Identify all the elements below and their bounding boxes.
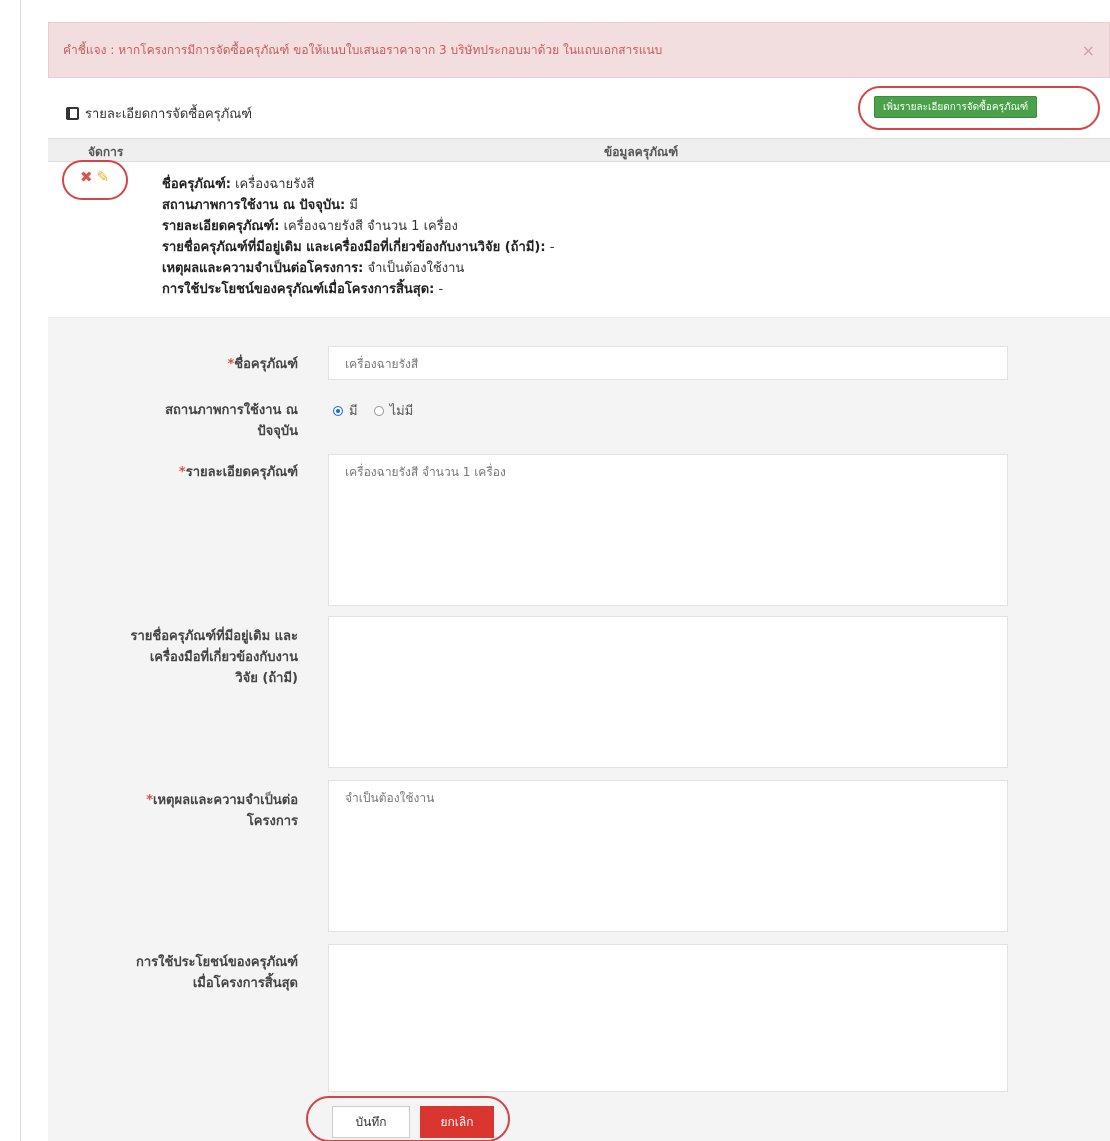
cancel-button[interactable]: ยกเลิก bbox=[420, 1106, 494, 1138]
reason-textarea[interactable]: จำเป็นต้องใช้งาน bbox=[328, 780, 1008, 932]
edit-icon[interactable]: ✎ bbox=[97, 170, 110, 185]
info-status: สถานภาพการใช้งาน ณ ปัจจุบัน: มี bbox=[162, 198, 358, 213]
page-left-border bbox=[20, 0, 21, 1141]
existing-label: รายชื่อครุภัณฑ์ที่มีอยู่เดิม และ เครื่อง… bbox=[130, 629, 298, 686]
status-radios: มี ไม่มี bbox=[333, 400, 413, 421]
radio-yes[interactable] bbox=[333, 405, 343, 416]
delete-icon[interactable]: ✖ bbox=[80, 170, 93, 185]
equipment-info: ชื่อครุภัณฑ์: เครื่องฉายรังสี สถานภาพการ… bbox=[162, 174, 554, 300]
panel-title-text: รายละเอียดการจัดซื้อครุภัณฑ์ bbox=[85, 107, 253, 122]
book-icon bbox=[66, 107, 79, 120]
close-icon[interactable]: × bbox=[1082, 41, 1095, 60]
name-input[interactable]: เครื่องฉายรังสี bbox=[328, 346, 1008, 380]
detail-label: *รายละเอียดครุภัณฑ์ bbox=[178, 465, 298, 480]
existing-textarea[interactable] bbox=[328, 616, 1008, 768]
panel-title: รายละเอียดการจัดซื้อครุภัณฑ์ bbox=[66, 103, 252, 124]
reason-label: *เหตุผลและความจำเป็นต่อ โครงการ bbox=[146, 793, 298, 829]
column-info: ข้อมูลครุภัณฑ์ bbox=[604, 145, 679, 159]
info-detail: รายละเอียดครุภัณฑ์: เครื่องฉายรังสี จำนว… bbox=[162, 219, 458, 234]
info-benefit: การใช้ประโยชน์ของครุภัณฑ์เมื่อโครงการสิ้… bbox=[162, 282, 444, 297]
add-equipment-button[interactable]: เพิ่มรายละเอียดการจัดซื้อครุภัณฑ์ bbox=[874, 96, 1038, 118]
info-name: ชื่อครุภัณฑ์: เครื่องฉายรังสี bbox=[162, 177, 315, 192]
benefit-label: การใช้ประโยชน์ของครุภัณฑ์ เมื่อโครงการสิ… bbox=[136, 955, 298, 991]
name-label: *ชื่อครุภัณฑ์ bbox=[227, 357, 298, 372]
instruction-alert: คำชี้แจง : หากโครงการมีการจัดซื้อครุภัณฑ… bbox=[48, 22, 1110, 78]
radio-no-label: ไม่มี bbox=[389, 404, 414, 419]
benefit-textarea[interactable] bbox=[328, 944, 1008, 1092]
status-label: สถานภาพการใช้งาน ณ ปัจจุบัน bbox=[165, 403, 298, 439]
alert-text: คำชี้แจง : หากโครงการมีการจัดซื้อครุภัณฑ… bbox=[63, 42, 663, 57]
detail-textarea[interactable]: เครื่องฉายรังสี จำนวน 1 เครื่อง bbox=[328, 454, 1008, 606]
save-button[interactable]: บันทึก bbox=[332, 1106, 410, 1138]
table-header: จัดการ ข้อมูลครุภัณฑ์ bbox=[48, 138, 1110, 162]
info-reason: เหตุผลและความจำเป็นต่อโครงการ: จำเป็นต้อ… bbox=[162, 261, 465, 276]
info-existing: รายชื่อครุภัณฑ์ที่มีอยู่เดิม และเครื่องม… bbox=[162, 240, 555, 255]
row-actions: ✖ ✎ bbox=[80, 170, 109, 185]
radio-no[interactable] bbox=[373, 405, 384, 416]
radio-yes-label: มี bbox=[349, 404, 358, 419]
